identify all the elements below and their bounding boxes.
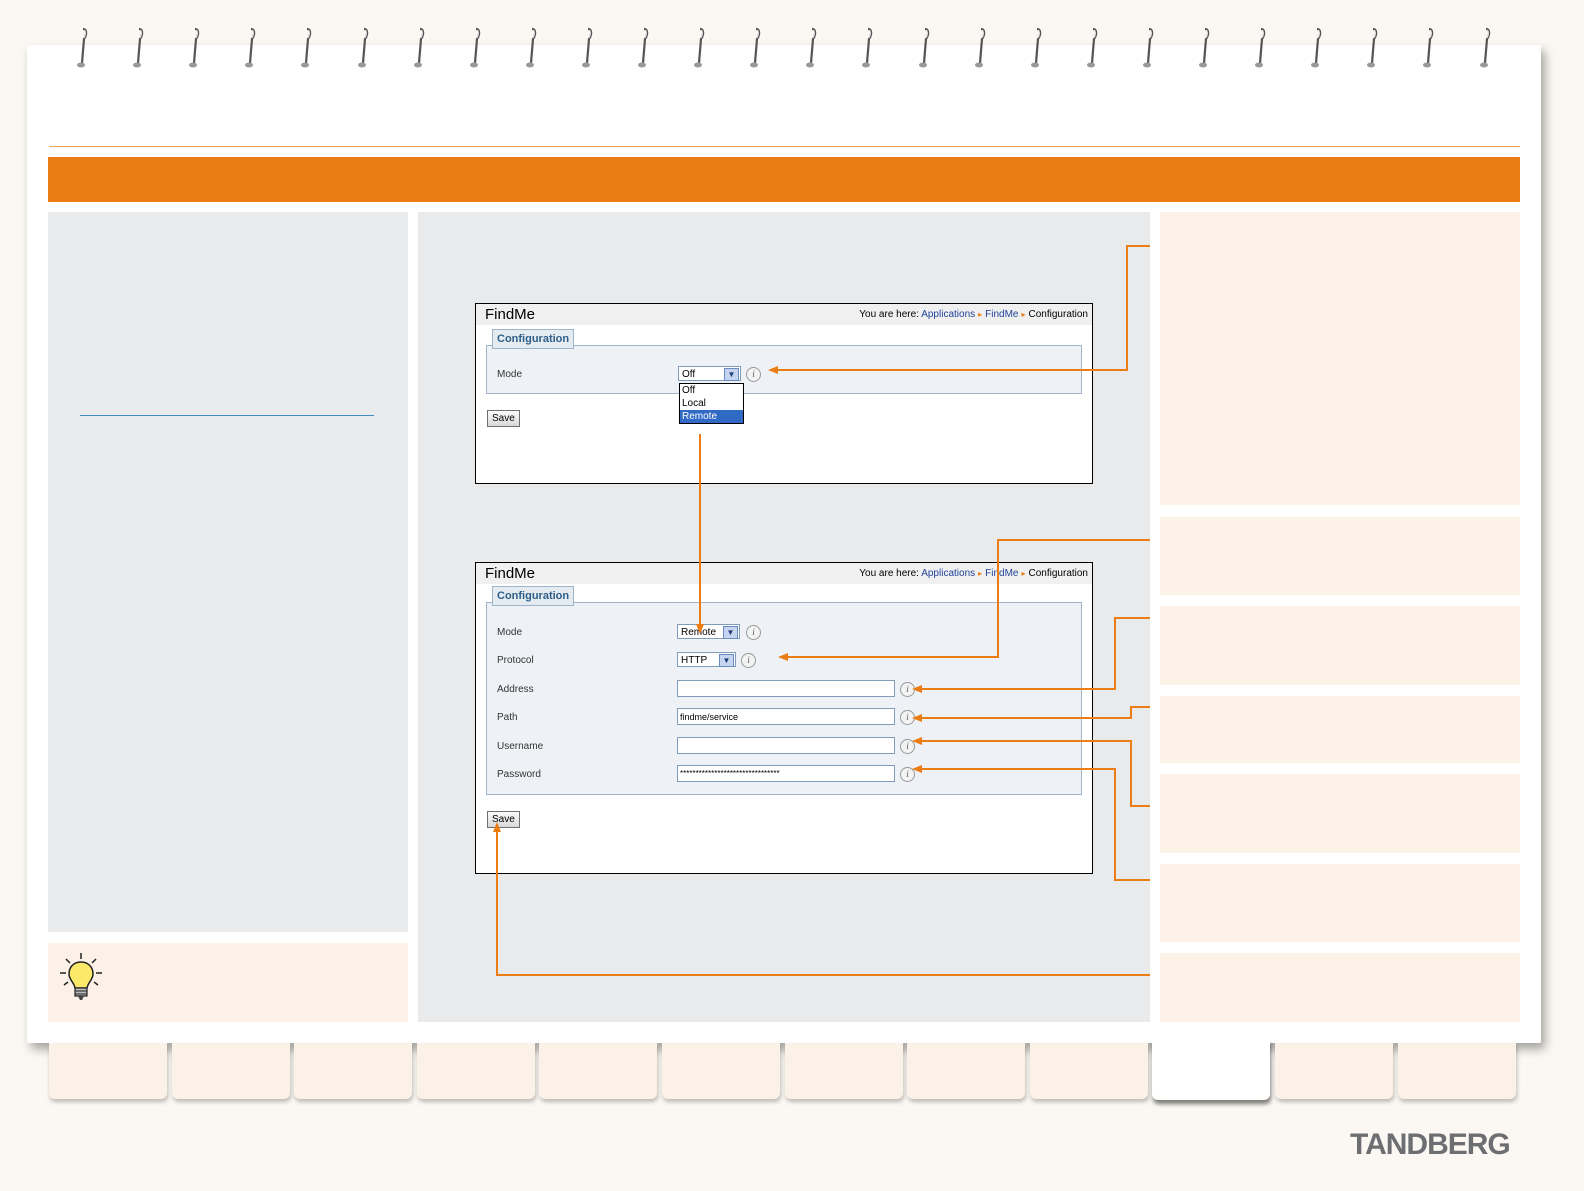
chapter-tab[interactable] [171,1043,290,1099]
arrow-mode-callout [768,245,1150,374]
chapter-tab[interactable] [416,1043,535,1099]
tandberg-logo: TANDBERG [1350,1128,1511,1161]
chapter-tab[interactable] [49,1043,167,1099]
arrow-password-callout [912,765,1150,881]
arrow-save-callout [493,822,1150,976]
chapter-tab-active[interactable] [1152,1040,1271,1100]
arrow-protocol-callout [778,539,1150,661]
arrow-address-callout [912,617,1150,693]
chapter-tab[interactable] [907,1043,1026,1099]
chapter-tab[interactable] [784,1043,903,1099]
chapter-tab[interactable] [1029,1043,1148,1099]
arrow-path-callout [912,706,1150,722]
chapter-tab[interactable] [1275,1043,1393,1099]
callout-arrows [493,245,1150,976]
chapter-tab[interactable] [294,1043,413,1099]
chapter-tab[interactable] [1397,1043,1516,1099]
chapter-tab[interactable] [539,1043,658,1099]
chapter-tab[interactable] [662,1043,780,1099]
